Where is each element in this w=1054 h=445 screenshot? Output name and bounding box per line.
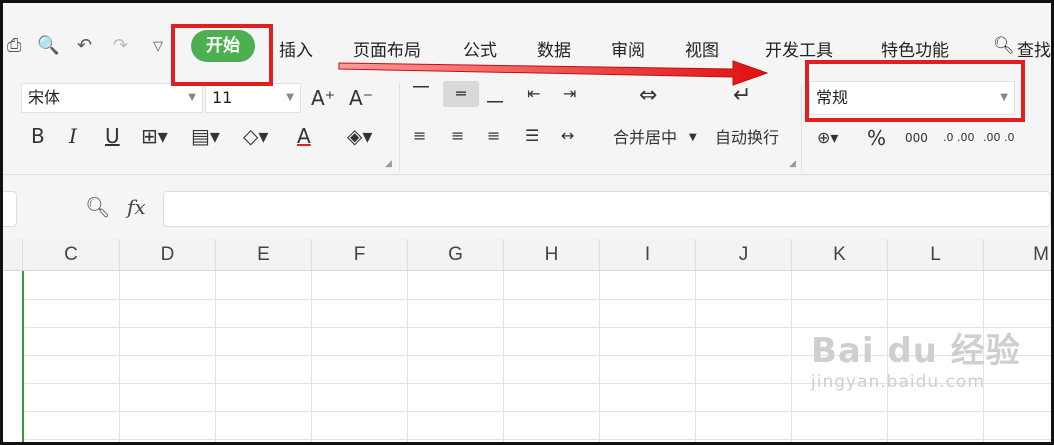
app-window: ⎙ 🔍 ↶ ↷ ▽ 开始 插入 页面布局 公式 数据 审阅 视图 开发工具 特色… bbox=[0, 0, 1054, 445]
arrow-shape bbox=[338, 60, 769, 86]
annotation-arrow bbox=[338, 60, 769, 86]
